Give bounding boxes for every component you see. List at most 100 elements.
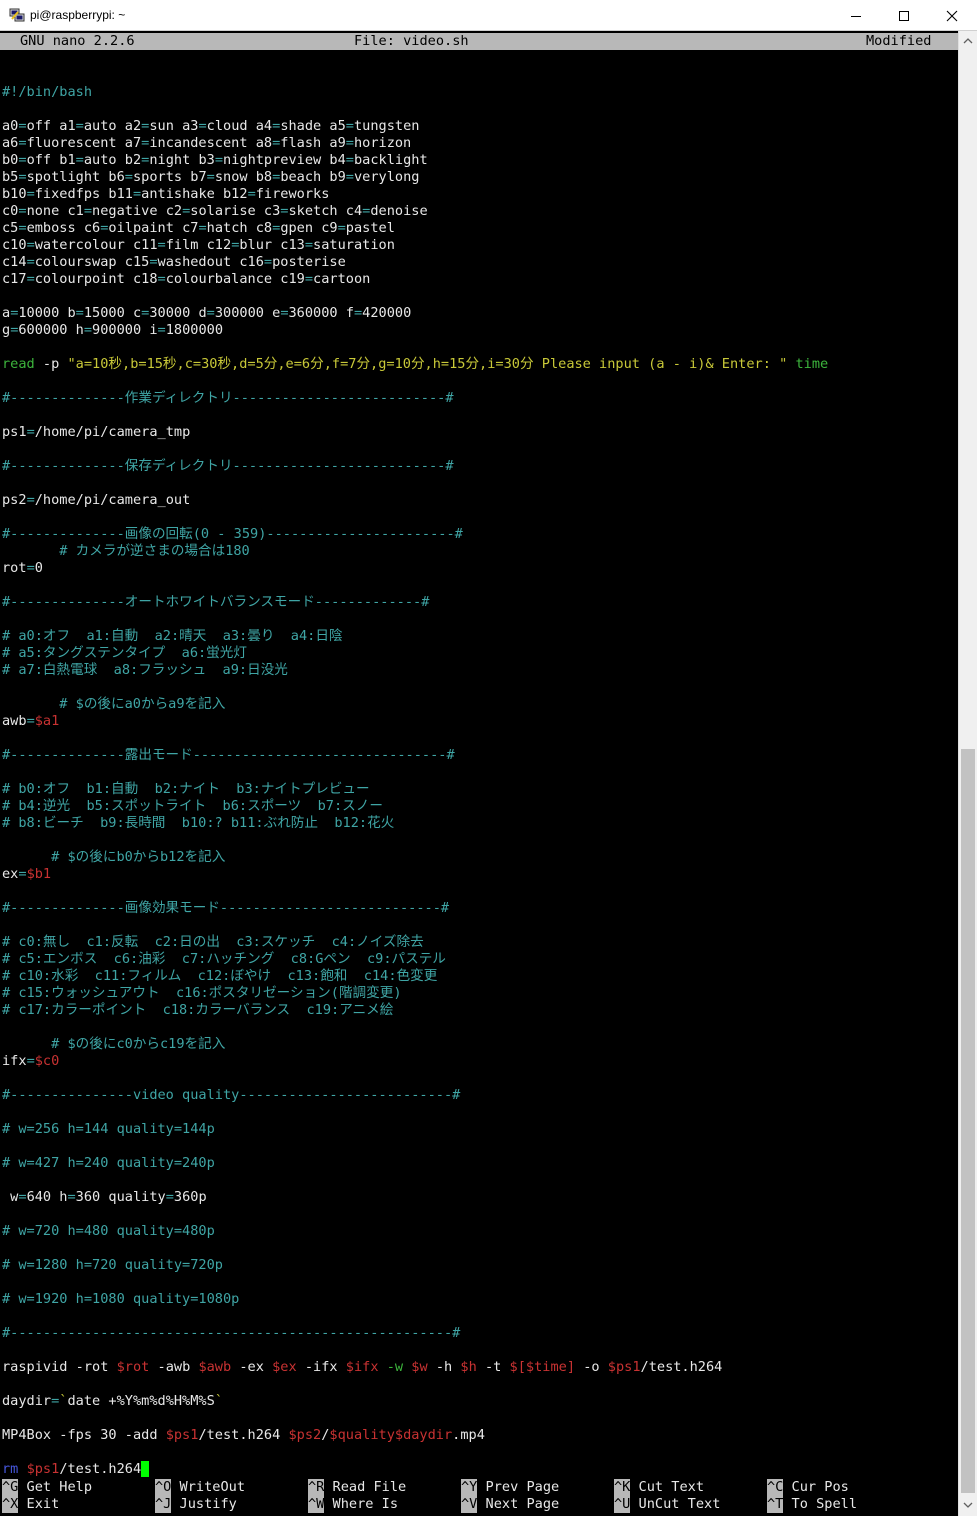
- editor-content[interactable]: #!/bin/bash a0=off a1=auto a2=sun a3=clo…: [2, 67, 828, 1478]
- code-line[interactable]: # $の後にb0からb12を記入: [2, 849, 828, 866]
- code-line[interactable]: c17=colourpoint c18=colourbalance c19=ca…: [2, 271, 828, 288]
- code-line[interactable]: # w=427 h=240 quality=240p: [2, 1155, 828, 1172]
- scroll-up-arrow-icon[interactable]: [963, 36, 973, 46]
- code-line[interactable]: [2, 1376, 828, 1393]
- code-line[interactable]: # c10:水彩 c11:フィルム c12:ぼやけ c13:飽和 c14:色変更: [2, 968, 828, 985]
- code-line[interactable]: [2, 883, 828, 900]
- terminal-area[interactable]: GNU nano 2.2.6 File: video.sh Modified #…: [0, 31, 958, 1516]
- code-line[interactable]: [2, 1206, 828, 1223]
- code-line[interactable]: [2, 509, 828, 526]
- code-line[interactable]: [2, 1444, 828, 1461]
- code-line[interactable]: [2, 917, 828, 934]
- code-line[interactable]: #--------------保存ディレクトリ-----------------…: [2, 458, 828, 475]
- code-line[interactable]: raspivid -rot $rot -awb $awb -ex $ex -if…: [2, 1359, 828, 1376]
- code-line[interactable]: [2, 1138, 828, 1155]
- code-line[interactable]: c0=none c1=negative c2=solarise c3=sketc…: [2, 203, 828, 220]
- code-line[interactable]: w=640 h=360 quality=360p: [2, 1189, 828, 1206]
- code-line[interactable]: a6=fluorescent a7=incandescent a8=flash …: [2, 135, 828, 152]
- shortcut-item[interactable]: ^V Next Page: [461, 1496, 559, 1513]
- code-line[interactable]: [2, 407, 828, 424]
- code-line[interactable]: [2, 288, 828, 305]
- code-line[interactable]: # c5:エンボス c6:油彩 c7:ハッチング c8:Gペン c9:パステル: [2, 951, 828, 968]
- code-line[interactable]: [2, 1308, 828, 1325]
- code-line[interactable]: [2, 611, 828, 628]
- code-line[interactable]: MP4Box -fps 30 -add $ps1/test.h264 $ps2/…: [2, 1427, 828, 1444]
- code-line[interactable]: c14=colourswap c15=washedout c16=posteri…: [2, 254, 828, 271]
- shortcut-item[interactable]: ^X Exit: [2, 1496, 59, 1513]
- code-line[interactable]: # $の後にc0からc19を記入: [2, 1036, 828, 1053]
- code-line[interactable]: [2, 441, 828, 458]
- code-line[interactable]: [2, 1070, 828, 1087]
- code-line[interactable]: b5=spotlight b6=sports b7=snow b8=beach …: [2, 169, 828, 186]
- maximize-button[interactable]: [881, 0, 927, 31]
- code-line[interactable]: #--------------作業ディレクトリ-----------------…: [2, 390, 828, 407]
- code-line[interactable]: # a0:オフ a1:自動 a2:晴天 a3:曇り a4:日陰: [2, 628, 828, 645]
- code-line[interactable]: # c15:ウォッシュアウト c16:ポスタリゼーション(階調変更): [2, 985, 828, 1002]
- code-line[interactable]: # カメラが逆さまの場合は180: [2, 543, 828, 560]
- code-line[interactable]: ex=$b1: [2, 866, 828, 883]
- code-line[interactable]: #---------------------------------------…: [2, 1325, 828, 1342]
- code-line[interactable]: read -p "a=10秒,b=15秒,c=30秒,d=5分,e=6分,f=7…: [2, 356, 828, 373]
- code-line[interactable]: #--------------露出モード--------------------…: [2, 747, 828, 764]
- shortcut-item[interactable]: ^T To Spell: [767, 1496, 857, 1513]
- code-line[interactable]: [2, 577, 828, 594]
- code-line[interactable]: # $の後にa0からa9を記入: [2, 696, 828, 713]
- code-line[interactable]: # a7:白熱電球 a8:フラッシュ a9:日没光: [2, 662, 828, 679]
- code-line[interactable]: # c0:無し c1:反転 c2:日の出 c3:スケッチ c4:ノイズ除去: [2, 934, 828, 951]
- code-line[interactable]: # w=720 h=480 quality=480p: [2, 1223, 828, 1240]
- code-line[interactable]: [2, 1274, 828, 1291]
- shortcut-item[interactable]: ^C Cur Pos: [767, 1479, 849, 1496]
- vertical-scrollbar[interactable]: [958, 31, 977, 1516]
- code-line[interactable]: [2, 730, 828, 747]
- code-line[interactable]: # w=256 h=144 quality=144p: [2, 1121, 828, 1138]
- shortcut-item[interactable]: ^J Justify: [155, 1496, 237, 1513]
- code-line[interactable]: [2, 1342, 828, 1359]
- shortcut-item[interactable]: ^U UnCut Text: [614, 1496, 720, 1513]
- code-line[interactable]: [2, 1410, 828, 1427]
- code-line[interactable]: rot=0: [2, 560, 828, 577]
- code-line[interactable]: #--------------オートホワイトバランスモード-----------…: [2, 594, 828, 611]
- code-line[interactable]: c5=emboss c6=oilpaint c7=hatch c8=gpen c…: [2, 220, 828, 237]
- code-line[interactable]: #--------------画像の回転(0 - 359)-----------…: [2, 526, 828, 543]
- shortcut-item[interactable]: ^K Cut Text: [614, 1479, 704, 1496]
- shortcut-item[interactable]: ^W Where Is: [308, 1496, 398, 1513]
- scrollbar-thumb[interactable]: [961, 749, 975, 1493]
- code-line[interactable]: # b0:オフ b1:自動 b2:ナイト b3:ナイトプレビュー: [2, 781, 828, 798]
- code-line[interactable]: [2, 1019, 828, 1036]
- code-line[interactable]: [2, 475, 828, 492]
- code-line[interactable]: rm $ps1/test.h264: [2, 1461, 828, 1478]
- code-line[interactable]: # a5:タングステンタイプ a6:蛍光灯: [2, 645, 828, 662]
- code-line[interactable]: [2, 679, 828, 696]
- code-line[interactable]: [2, 339, 828, 356]
- code-line[interactable]: c10=watercolour c11=film c12=blur c13=sa…: [2, 237, 828, 254]
- code-line[interactable]: [2, 1104, 828, 1121]
- code-line[interactable]: [2, 1240, 828, 1257]
- code-line[interactable]: [2, 67, 828, 84]
- close-button[interactable]: [929, 0, 975, 31]
- code-line[interactable]: #--------------画像効果モード------------------…: [2, 900, 828, 917]
- code-line[interactable]: [2, 101, 828, 118]
- code-line[interactable]: b10=fixedfps b11=antishake b12=fireworks: [2, 186, 828, 203]
- code-line[interactable]: #---------------video quality-----------…: [2, 1087, 828, 1104]
- code-line[interactable]: # w=1280 h=720 quality=720p: [2, 1257, 828, 1274]
- code-line[interactable]: # c17:カラーポイント c18:カラーバランス c19:アニメ絵: [2, 1002, 828, 1019]
- code-line[interactable]: # b4:逆光 b5:スポットライト b6:スポーツ b7:スノー: [2, 798, 828, 815]
- shortcut-item[interactable]: ^R Read File: [308, 1479, 406, 1496]
- shortcut-item[interactable]: ^G Get Help: [2, 1479, 92, 1496]
- code-line[interactable]: awb=$a1: [2, 713, 828, 730]
- code-line[interactable]: g=600000 h=900000 i=1800000: [2, 322, 828, 339]
- code-line[interactable]: b0=off b1=auto b2=night b3=nightpreview …: [2, 152, 828, 169]
- code-line[interactable]: #!/bin/bash: [2, 84, 828, 101]
- code-line[interactable]: a=10000 b=15000 c=30000 d=300000 e=36000…: [2, 305, 828, 322]
- code-line[interactable]: # w=1920 h=1080 quality=1080p: [2, 1291, 828, 1308]
- shortcut-item[interactable]: ^Y Prev Page: [461, 1479, 559, 1496]
- code-line[interactable]: a0=off a1=auto a2=sun a3=cloud a4=shade …: [2, 118, 828, 135]
- code-line[interactable]: [2, 832, 828, 849]
- code-line[interactable]: [2, 1172, 828, 1189]
- code-line[interactable]: daydir=`date +%Y%m%d%H%M%S`: [2, 1393, 828, 1410]
- minimize-button[interactable]: [833, 0, 879, 31]
- scroll-down-arrow-icon[interactable]: [963, 1500, 973, 1510]
- code-line[interactable]: [2, 764, 828, 781]
- code-line[interactable]: ifx=$c0: [2, 1053, 828, 1070]
- code-line[interactable]: # b8:ビーチ b9:長時間 b10:? b11:ぶれ防止 b12:花火: [2, 815, 828, 832]
